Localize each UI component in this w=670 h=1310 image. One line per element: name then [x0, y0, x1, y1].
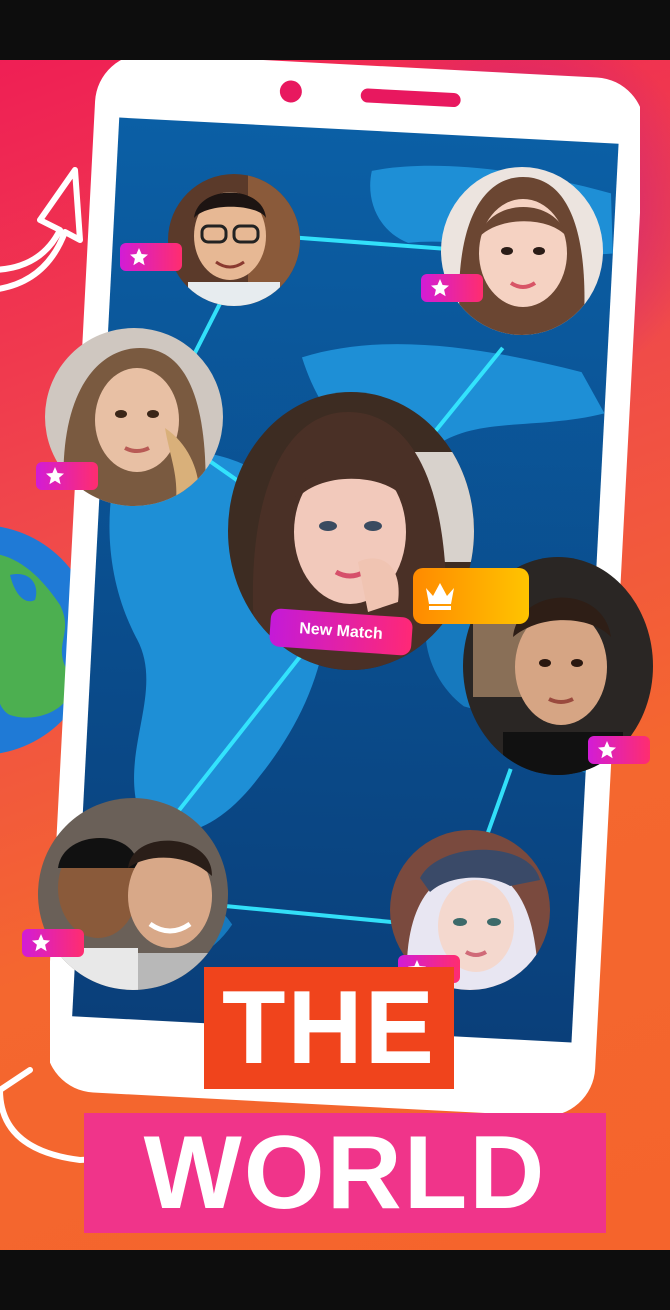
premium-badge: [421, 274, 483, 302]
avatar-two-men[interactable]: [38, 798, 228, 990]
premium-badge: [588, 736, 650, 764]
avatar-woman-asian[interactable]: [441, 167, 603, 335]
star-icon: [46, 467, 64, 485]
crown-badge: [413, 568, 529, 624]
premium-badge: [120, 243, 182, 271]
star-icon: [431, 279, 449, 297]
premium-badge: [36, 462, 98, 490]
promo-poster: New Match THE WORLD: [0, 60, 670, 1250]
star-icon: [32, 934, 50, 952]
star-icon: [130, 248, 148, 266]
crown-icon: [426, 583, 454, 610]
headline-world: WORLD: [84, 1113, 606, 1233]
premium-badge: [22, 929, 84, 957]
top-letterbox: [0, 0, 670, 60]
headline-the: THE: [204, 967, 454, 1089]
star-icon: [598, 741, 616, 759]
avatar-man-glasses[interactable]: [168, 174, 300, 306]
bottom-letterbox: [0, 1250, 670, 1310]
